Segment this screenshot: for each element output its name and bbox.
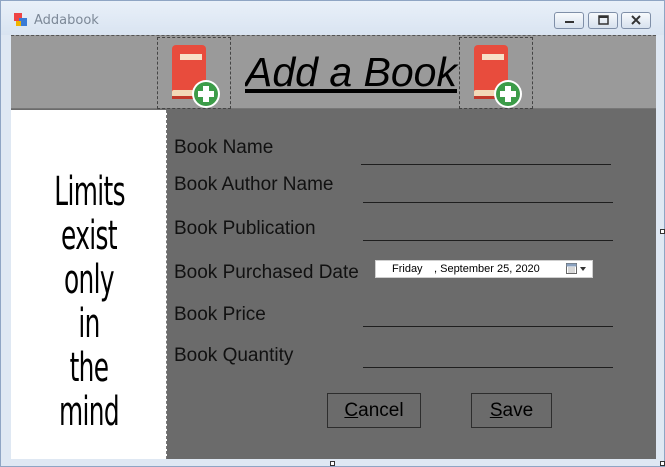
publication-field[interactable] bbox=[363, 240, 613, 241]
header-left-icon-box bbox=[157, 37, 231, 109]
motivational-quote: Limits exist only in the mind bbox=[54, 169, 125, 435]
close-button[interactable] bbox=[621, 12, 651, 29]
quote-line: Limits bbox=[54, 169, 125, 215]
book-name-label: Book Name bbox=[174, 137, 274, 158]
date-value: , September 25, 2020 bbox=[434, 263, 540, 275]
page-title: Add a Book bbox=[245, 49, 457, 95]
minimize-icon bbox=[565, 21, 574, 23]
quote-line: only in bbox=[64, 257, 115, 347]
publication-label: Book Publication bbox=[174, 218, 316, 239]
purchased-date-picker[interactable]: Friday , September 25, 2020 bbox=[375, 260, 593, 278]
save-button[interactable]: Save bbox=[471, 393, 552, 428]
author-name-label: Book Author Name bbox=[174, 174, 334, 195]
book-add-icon bbox=[172, 45, 220, 108]
quantity-label: Book Quantity bbox=[174, 345, 294, 366]
resize-handle[interactable] bbox=[330, 461, 335, 466]
author-name-field[interactable] bbox=[363, 202, 613, 203]
resize-handle[interactable] bbox=[660, 461, 665, 466]
price-label: Book Price bbox=[174, 304, 266, 325]
form-client-area: Add a Book Limits exist only in the mind… bbox=[11, 35, 656, 459]
quote-line: exist bbox=[61, 213, 118, 259]
save-label: ave bbox=[502, 400, 534, 421]
quantity-field[interactable] bbox=[363, 367, 613, 368]
price-field[interactable] bbox=[363, 326, 613, 327]
header-right-icon-box bbox=[459, 37, 533, 109]
cancel-label: ancel bbox=[358, 400, 404, 421]
window-title: Addabook bbox=[34, 13, 99, 28]
cancel-mnemonic: C bbox=[344, 400, 359, 421]
minimize-button[interactable] bbox=[554, 12, 584, 29]
date-day: Friday bbox=[392, 263, 423, 275]
save-mnemonic: S bbox=[489, 400, 503, 421]
maximize-icon bbox=[598, 15, 609, 25]
resize-handle[interactable] bbox=[660, 229, 665, 234]
title-bar[interactable]: Addabook bbox=[1, 1, 664, 35]
book-add-icon bbox=[474, 45, 522, 108]
calendar-dropdown-icon[interactable] bbox=[566, 263, 590, 275]
purchased-date-label: Book Purchased Date bbox=[174, 262, 359, 283]
header-panel: Add a Book bbox=[11, 35, 656, 109]
app-icon bbox=[14, 13, 27, 26]
close-icon bbox=[631, 15, 641, 25]
maximize-button[interactable] bbox=[588, 12, 618, 29]
book-name-field[interactable] bbox=[361, 164, 611, 165]
app-window: Addabook Add a Book Limits exist only in… bbox=[0, 0, 665, 467]
quote-image-panel: Limits exist only in the mind bbox=[11, 110, 167, 459]
quote-line: the mind bbox=[58, 345, 120, 435]
cancel-button[interactable]: Cancel bbox=[327, 393, 421, 428]
